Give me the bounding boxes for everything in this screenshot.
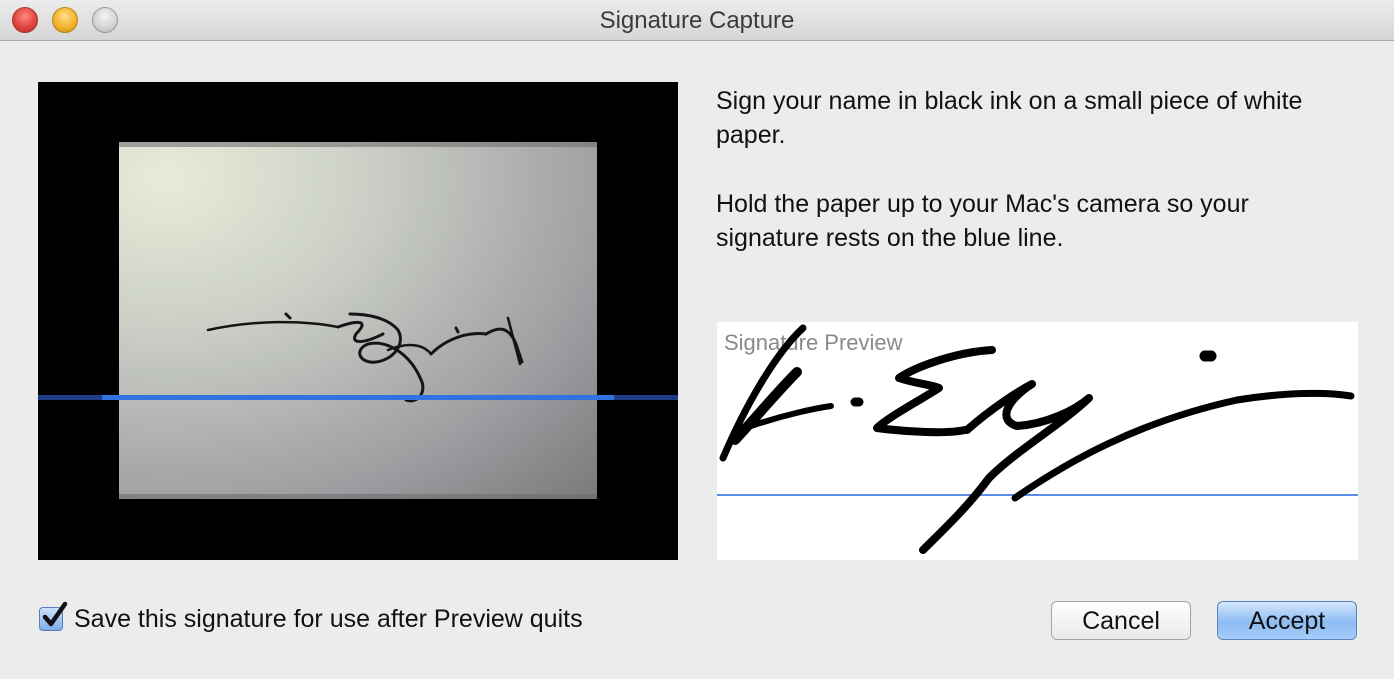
checkmark-icon [42, 601, 68, 627]
window-title: Signature Capture [599, 7, 795, 34]
preview-signature [719, 324, 1355, 554]
instruction-hold: Hold the paper up to your Mac's camera s… [716, 190, 1249, 252]
camera-signature [206, 312, 524, 403]
accept-button[interactable]: Accept [1217, 601, 1357, 640]
signature-preview: Signature Preview [717, 322, 1358, 560]
title-bar: Signature Capture [0, 0, 1394, 41]
save-signature-label: Save this signature for use after Previe… [74, 605, 583, 633]
instruction-sign: Sign your name in black ink on a small p… [716, 87, 1303, 149]
cancel-button[interactable]: Cancel [1051, 601, 1191, 640]
save-signature-checkbox[interactable] [39, 601, 68, 631]
camera-view [38, 82, 678, 560]
guide-line [102, 395, 614, 400]
